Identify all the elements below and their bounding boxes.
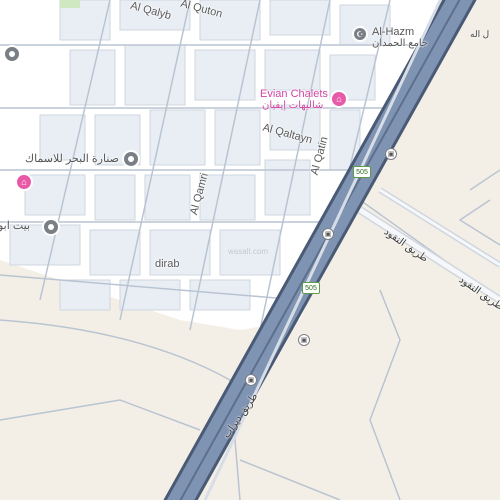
poi-bayt-name[interactable]: بيت ابو	[0, 220, 30, 232]
poi-evian-name[interactable]: Evian Chalets	[260, 88, 328, 100]
pin-icon[interactable]	[42, 218, 60, 236]
poi-evian-name-ar: شاليهات إيفيان	[262, 100, 324, 111]
map-canvas[interactable]: Al Qalyb Al Quton Al Qaltayn Al Qamri Al…	[0, 0, 500, 500]
street-dirab: dirab	[155, 258, 180, 270]
poi-al-hazm-name[interactable]: Al-Hazm	[372, 26, 414, 38]
route-shield: 505	[353, 166, 371, 178]
bus-stop-icon[interactable]: ▣	[385, 148, 397, 160]
pin-icon[interactable]	[3, 45, 21, 63]
bus-stop-icon[interactable]: ▣	[298, 334, 310, 346]
chalet-icon[interactable]: ⌂	[330, 90, 348, 108]
partial-label: ل اله	[470, 29, 490, 39]
poi-al-hazm-name-ar: جامع الحمدان	[372, 38, 429, 49]
bus-stop-icon[interactable]: ▣	[245, 374, 257, 386]
bus-stop-icon[interactable]: ▣	[322, 228, 334, 240]
route-shield: 505	[302, 282, 320, 294]
poi-fish-name[interactable]: صنارة البحر للاسماك	[25, 153, 119, 165]
mosque-icon[interactable]: ☪	[352, 26, 368, 42]
chalet-icon[interactable]: ⌂	[15, 173, 33, 191]
pin-icon[interactable]	[122, 150, 140, 168]
watermark: wasalt.com	[228, 247, 269, 256]
